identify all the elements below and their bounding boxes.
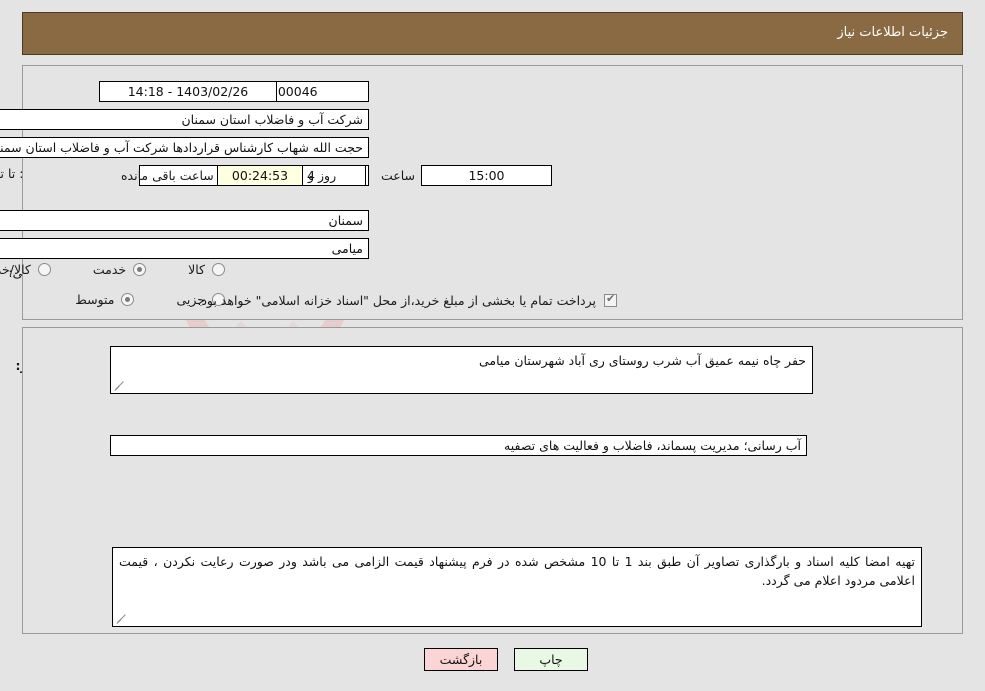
- purchase-process-option-label-1: متوسط: [75, 292, 115, 307]
- category-option-1[interactable]: خدمت: [92, 262, 147, 277]
- category-radio-1[interactable]: [133, 263, 147, 276]
- buyer-notes-box[interactable]: تهیه امضا کلیه اسناد و بارگذاری تصاویر آ…: [112, 547, 922, 627]
- announce-datetime-value: 1403/02/26 - 14:18: [99, 81, 277, 102]
- category-radio-group[interactable]: کالا خدمت کالا/خدمت: [0, 262, 225, 277]
- category-option-label-0: کالا: [188, 262, 205, 277]
- buyer-notes-value: تهیه امضا کلیه اسناد و بارگذاری تصاویر آ…: [119, 554, 915, 589]
- need-description-box[interactable]: حفر چاه نیمه عمیق آب شرب روستای ری آباد …: [110, 346, 813, 394]
- delivery-city-value: میامی: [0, 238, 369, 259]
- treasury-note-row: پرداخت تمام یا بخشی از مبلغ خرید،از محل …: [197, 292, 617, 308]
- purchase-process-option-1[interactable]: متوسط: [75, 292, 135, 307]
- deadline-time-value: 15:00: [421, 165, 552, 186]
- category-option-0[interactable]: کالا: [188, 262, 225, 277]
- page-root: AriaTender.net جزئیات اطلاعات نیاز شماره…: [0, 0, 985, 691]
- category-option-label-2: کالا/خدمت: [0, 262, 31, 277]
- deadline-countdown-value: 00:24:53: [217, 165, 303, 186]
- need-description-value: حفر چاه نیمه عمیق آب شرب روستای ری آباد …: [478, 353, 806, 368]
- purchase-process-radio-1[interactable]: [121, 293, 135, 306]
- category-radio-2[interactable]: [37, 263, 51, 276]
- deadline-time-label: ساعت: [380, 168, 415, 183]
- resize-grip-icon-notes[interactable]: [116, 612, 128, 624]
- category-option-2[interactable]: کالا/خدمت: [0, 262, 51, 277]
- deadline-remaining-label: ساعت باقی مانده: [121, 168, 214, 183]
- back-button[interactable]: بازگشت: [424, 648, 498, 671]
- resize-grip-icon[interactable]: [114, 379, 126, 391]
- need-summary-panel: [22, 65, 963, 320]
- print-button[interactable]: چاپ: [514, 648, 588, 671]
- service-group-value: آب رسانی؛ مدیریت پسماند، فاضلاب و فعالیت…: [110, 435, 807, 456]
- request-creator-value: حجت الله شهاب کارشناس قراردادها شرکت آب …: [0, 137, 369, 158]
- category-option-label-1: خدمت: [92, 262, 127, 277]
- buyer-org-value: شرکت آب و فاضلاب استان سمنان: [0, 109, 369, 130]
- treasury-note-text: پرداخت تمام یا بخشی از مبلغ خرید،از محل …: [197, 293, 596, 308]
- treasury-checkbox[interactable]: [604, 292, 617, 307]
- page-title: جزئیات اطلاعات نیاز: [837, 25, 948, 40]
- delivery-province-value: سمنان: [0, 210, 369, 231]
- category-radio-0[interactable]: [212, 263, 225, 276]
- page-header-bar: جزئیات اطلاعات نیاز: [22, 12, 963, 55]
- deadline-days-label: روز و: [308, 168, 337, 183]
